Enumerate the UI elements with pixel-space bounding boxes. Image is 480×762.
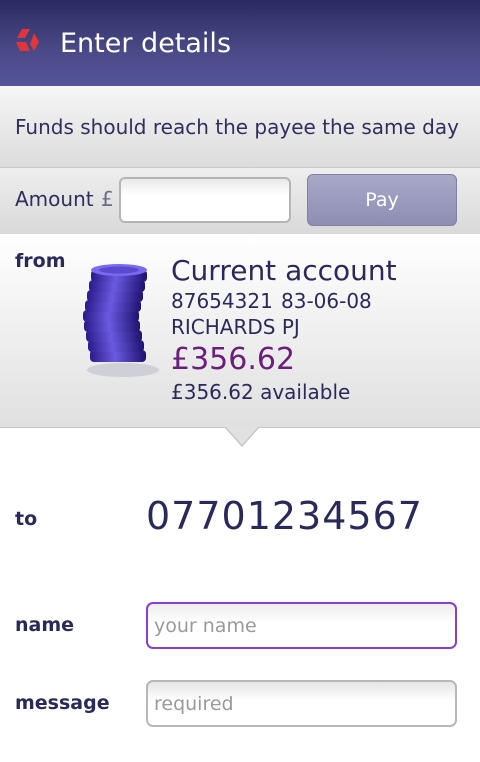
to-label: to [15,508,38,530]
message-input[interactable] [146,680,457,727]
sort-code: 83-06-08 [281,289,372,313]
app-header: Enter details [0,0,480,86]
bank-logo-icon [16,29,39,51]
name-label: name [15,614,75,636]
recipient-phone-number: 07701234567 [146,494,423,538]
pay-button[interactable]: Pay [307,174,457,226]
account-name: Current account [171,254,397,287]
notice-banner: Funds should reach the payee the same da… [0,86,480,168]
available-balance: £356.62 available [171,380,351,404]
currency-symbol: £ [101,187,114,211]
panel-pointer [226,427,258,445]
name-input[interactable] [146,602,457,649]
from-account-panel[interactable]: from Current account 87654321 83-06-08 R… [0,234,480,428]
from-label: from [15,250,66,272]
message-label: message [15,692,110,714]
notice-text: Funds should reach the payee the same da… [15,114,459,139]
page-title: Enter details [60,27,232,59]
account-balance: £356.62 [171,342,296,377]
amount-row: Amount £ Pay [0,168,480,234]
account-number: 87654321 [171,289,273,313]
account-holder: RICHARDS PJ [171,315,300,339]
amount-input[interactable] [119,177,291,223]
coin-stack-icon [83,264,159,377]
amount-label: Amount [15,187,94,211]
